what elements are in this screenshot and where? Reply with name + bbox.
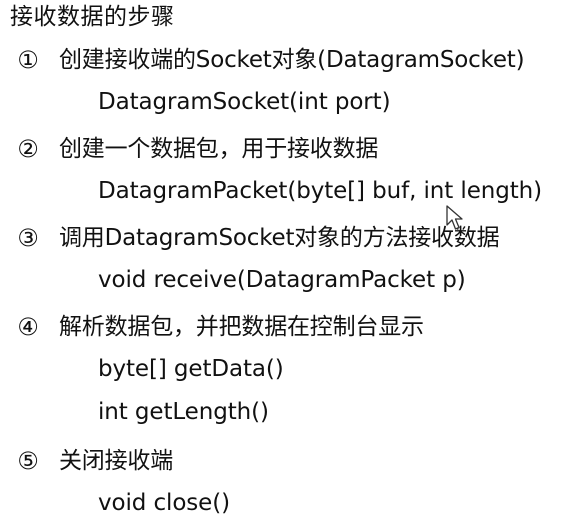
step-3: ③ 调用DatagramSocket对象的方法接收数据 xyxy=(14,220,574,260)
step-3-code: void receive(DatagramPacket p) xyxy=(98,267,466,293)
step-2: ② 创建一个数据包，用于接收数据 xyxy=(14,131,574,171)
step-4-code-2: int getLength() xyxy=(98,399,269,425)
step-4-code-1: byte[] getData() xyxy=(98,356,284,382)
step-description: 调用DatagramSocket对象的方法接收数据 xyxy=(59,225,500,251)
step-1: ① 创建接收端的Socket对象(DatagramSocket) xyxy=(14,42,574,82)
slide-page: 接收数据的步骤 ① 创建接收端的Socket对象(DatagramSocket)… xyxy=(0,0,580,527)
step-number: ① xyxy=(17,46,39,74)
step-5: ⑤ 关闭接收端 xyxy=(14,443,574,483)
step-1-code: DatagramSocket(int port) xyxy=(98,89,391,115)
step-description: 解析数据包，并把数据在控制台显示 xyxy=(59,314,424,340)
step-description: 创建接收端的Socket对象(DatagramSocket) xyxy=(59,47,525,73)
step-number: ② xyxy=(17,135,39,163)
step-description: 关闭接收端 xyxy=(59,448,174,474)
step-2-code: DatagramPacket(byte[] buf, int length) xyxy=(98,178,543,204)
step-description: 创建一个数据包，用于接收数据 xyxy=(59,136,379,162)
slide-title: 接收数据的步骤 xyxy=(10,4,175,30)
step-5-code: void close() xyxy=(98,490,230,516)
step-4: ④ 解析数据包，并把数据在控制台显示 xyxy=(14,309,574,349)
step-number: ④ xyxy=(17,313,39,341)
mouse-pointer-icon xyxy=(446,205,463,230)
step-number: ③ xyxy=(17,224,39,252)
step-number: ⑤ xyxy=(17,447,39,475)
